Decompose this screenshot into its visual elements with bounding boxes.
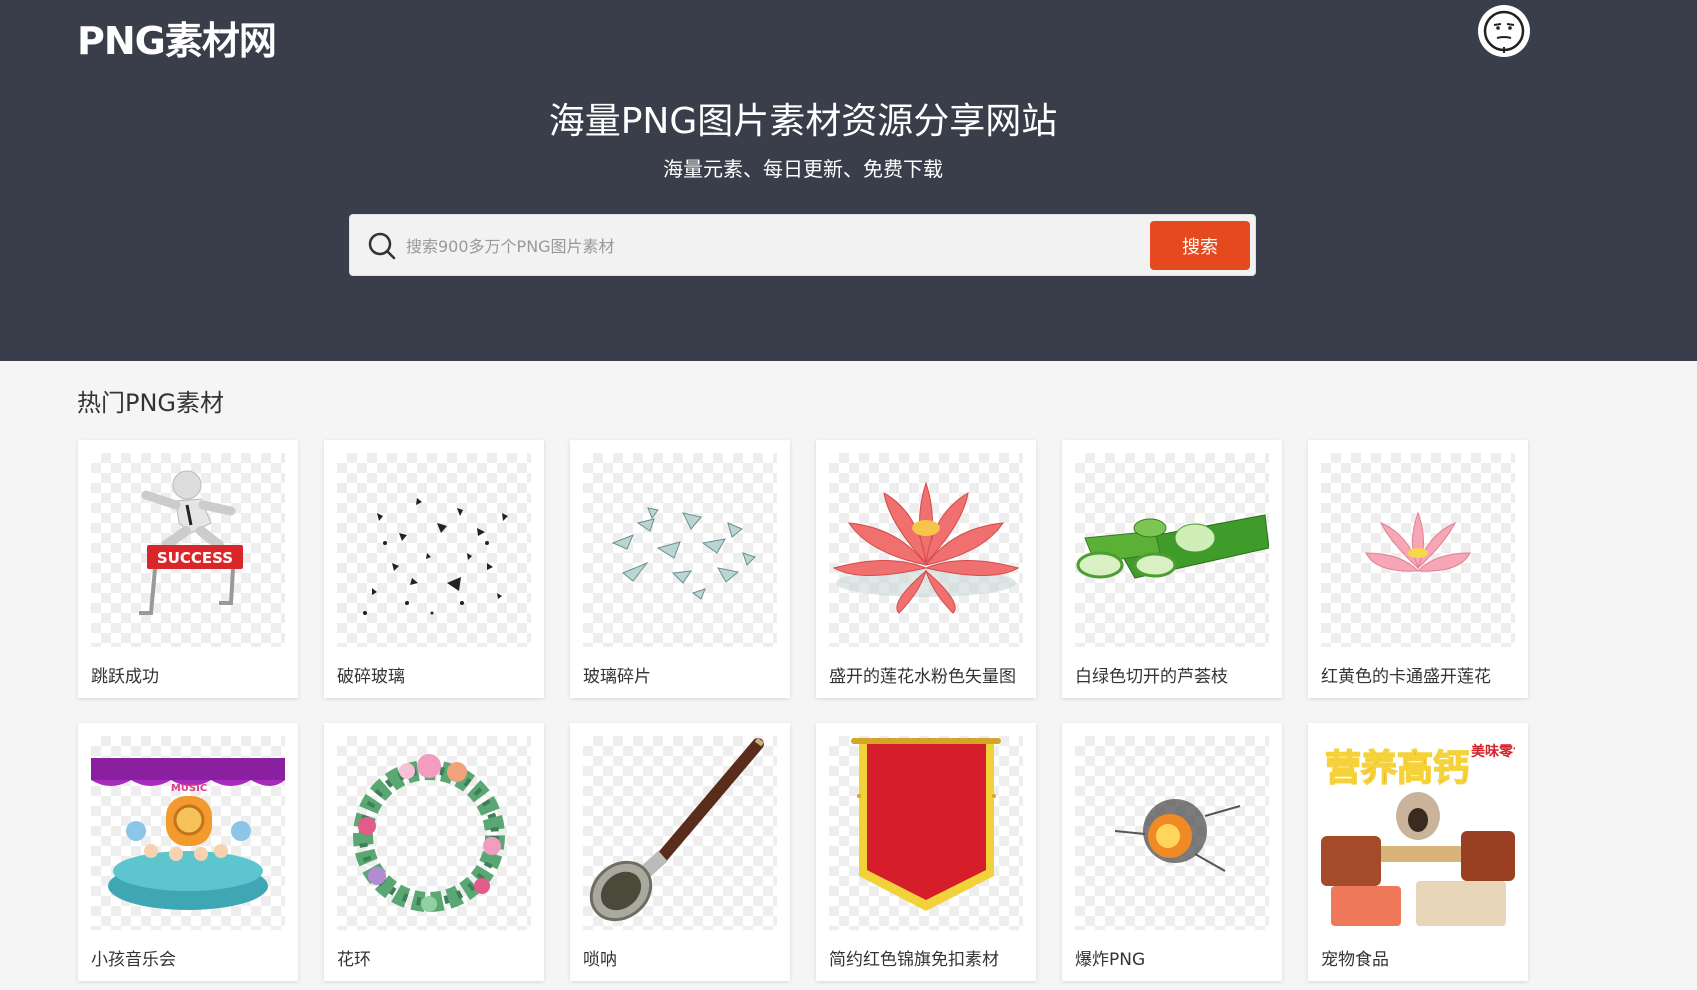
card-label: 破碎玻璃 xyxy=(337,667,405,687)
asset-card[interactable]: 白绿色切开的芦荟枝 xyxy=(1062,440,1282,698)
card-label: 白绿色切开的芦荟枝 xyxy=(1075,667,1228,687)
card-label: 简约红色锦旗免扣素材 xyxy=(829,950,999,970)
card-label: 花环 xyxy=(337,950,371,970)
asset-card[interactable]: 玻璃碎片 xyxy=(570,440,790,698)
card-label: 小孩音乐会 xyxy=(91,950,176,970)
pet-food-side-text: 美味零食 xyxy=(1471,743,1515,760)
hero-subtitle: 海量元素、每日更新、免费下载 xyxy=(663,157,943,181)
card-label: 盛开的莲花水粉色矢量图 xyxy=(829,667,1016,687)
success-hurdle-icon: SUCCESS xyxy=(91,453,285,647)
card-label: 红黄色的卡通盛开莲花 xyxy=(1321,667,1491,687)
hero-section: PNG素材网 海量PNG图片素材资源分享网站 海量元素、每日更新、免费下载 搜索 xyxy=(0,0,1697,361)
asset-card[interactable]: 红黄色的卡通盛开莲花 xyxy=(1308,440,1528,698)
red-banner-icon xyxy=(829,736,1023,930)
asset-card[interactable]: 营养高钙 美味零食 宠物食品 xyxy=(1308,723,1528,981)
asset-card[interactable]: 爆炸PNG xyxy=(1062,723,1282,981)
pet-food-banner-text: 营养高钙 xyxy=(1325,747,1469,789)
asset-card[interactable]: MUSIC 小孩音乐会 xyxy=(78,723,298,981)
cartoon-lotus-icon xyxy=(1321,453,1515,647)
pink-lotus-icon xyxy=(829,453,1023,647)
user-avatar-icon[interactable] xyxy=(1478,5,1530,57)
pet-food-icon: 营养高钙 美味零食 xyxy=(1321,736,1515,930)
site-logo[interactable]: PNG素材网 xyxy=(77,10,277,65)
suona-icon xyxy=(583,736,777,930)
kids-concert-icon: MUSIC xyxy=(91,736,285,930)
hero-title: 海量PNG图片素材资源分享网站 xyxy=(548,101,1058,142)
search-input[interactable] xyxy=(406,227,1126,265)
search-button[interactable]: 搜索 xyxy=(1150,221,1250,270)
music-label: MUSIC xyxy=(171,783,207,794)
card-label: 爆炸PNG xyxy=(1075,950,1146,970)
card-label: 宠物食品 xyxy=(1321,950,1389,970)
card-label: 跳跃成功 xyxy=(91,667,159,687)
flower-wreath-icon xyxy=(337,736,531,930)
asset-card[interactable]: SUCCESS 跳跃成功 xyxy=(78,440,298,698)
asset-card[interactable]: 破碎玻璃 xyxy=(324,440,544,698)
asset-card[interactable]: 唢呐 xyxy=(570,723,790,981)
card-label: 玻璃碎片 xyxy=(583,667,651,687)
section-title: 热门PNG素材 xyxy=(77,389,225,417)
explosion-icon xyxy=(1075,736,1269,930)
search-bar: 搜索 xyxy=(349,214,1256,276)
success-label: SUCCESS xyxy=(157,549,233,567)
asset-card[interactable]: 简约红色锦旗免扣素材 xyxy=(816,723,1036,981)
asset-card[interactable]: 盛开的莲花水粉色矢量图 xyxy=(816,440,1036,698)
broken-glass-icon xyxy=(337,453,531,647)
search-icon xyxy=(368,232,396,260)
asset-card[interactable]: 花环 xyxy=(324,723,544,981)
aloe-vera-icon xyxy=(1075,453,1269,647)
card-label: 唢呐 xyxy=(583,950,617,970)
glass-shards-icon xyxy=(583,453,777,647)
